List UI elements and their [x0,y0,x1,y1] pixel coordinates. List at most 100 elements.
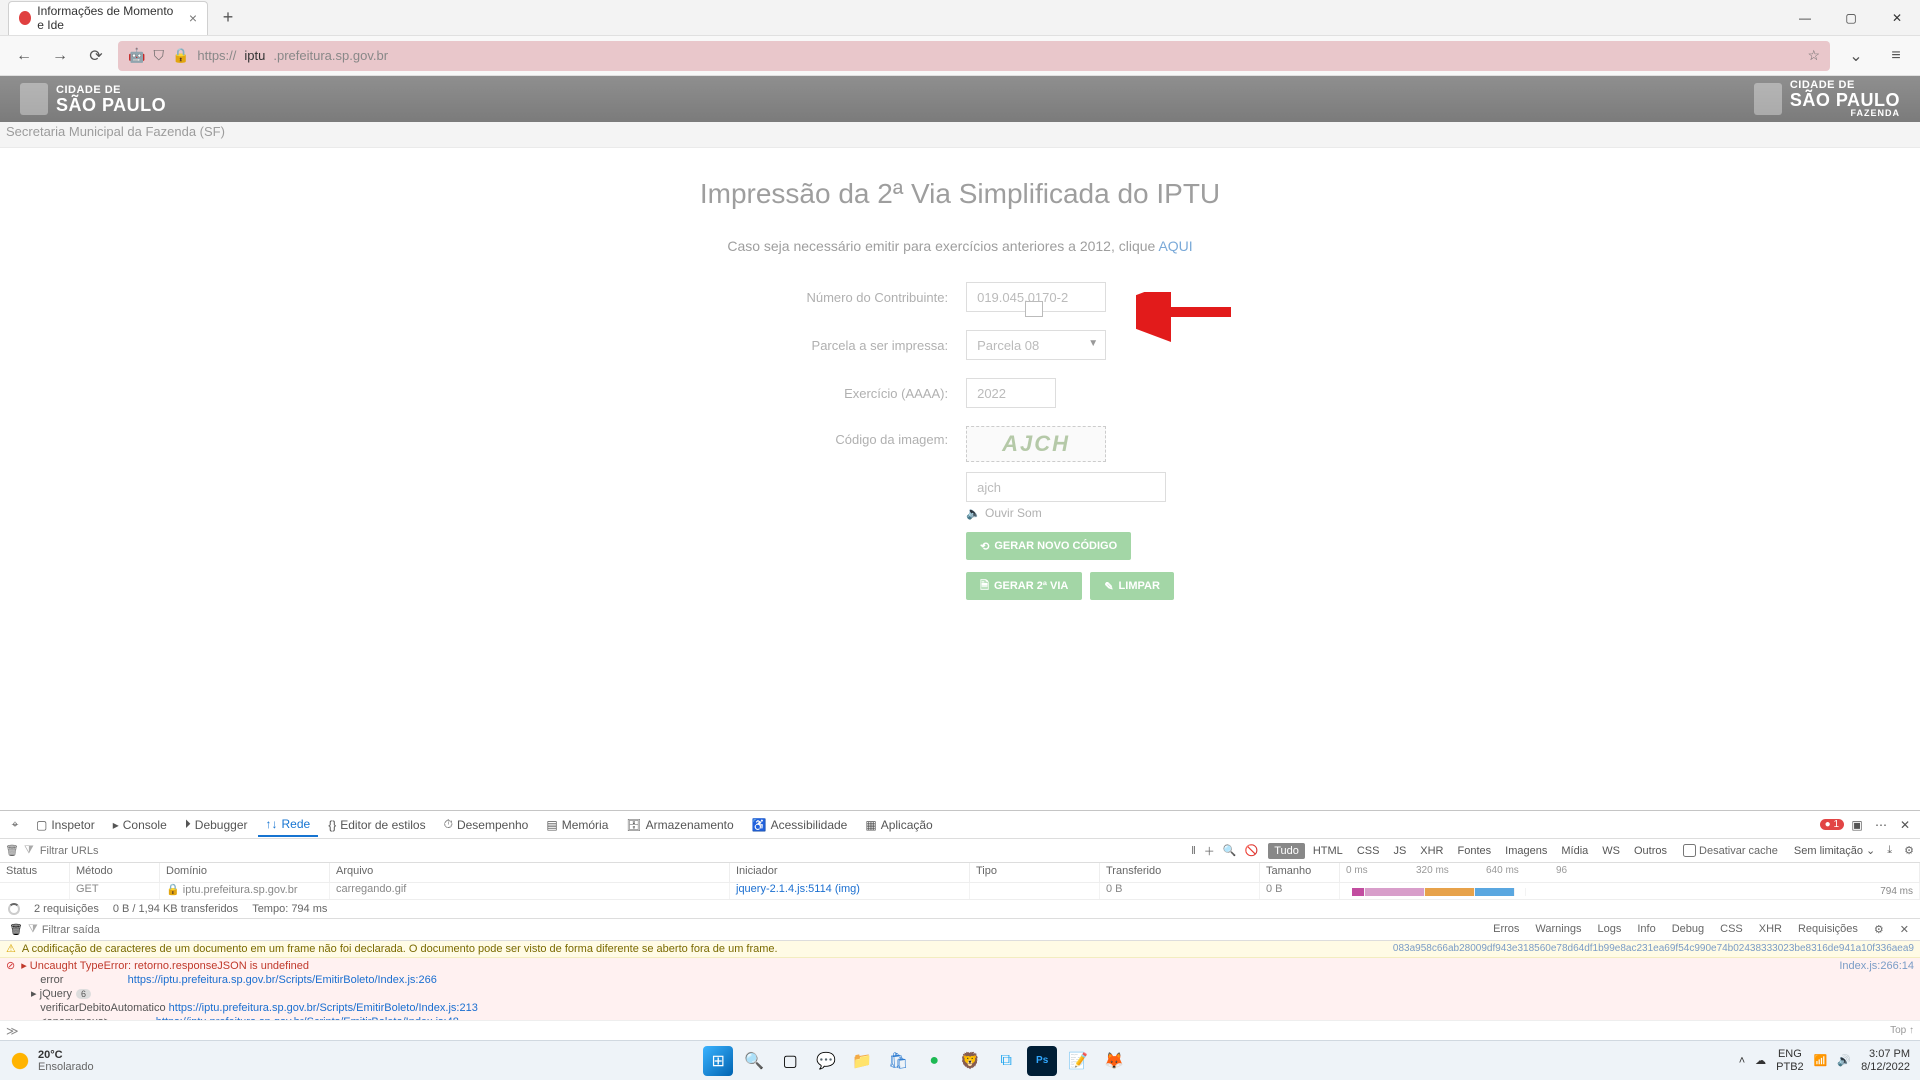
col-status[interactable]: Status [0,863,70,882]
new-tab-button[interactable]: + [214,4,242,32]
console-error[interactable]: ⊘ ▸ Uncaught TypeError: retorno.response… [0,958,1920,1020]
tab-console[interactable]: ▸Console [105,814,175,836]
console-input[interactable]: ≫ Top ↑ [0,1020,1920,1040]
pause-icon[interactable]: ‖ [1191,845,1196,857]
block-icon[interactable]: 🚫 [1244,844,1258,857]
search-icon[interactable]: 🔍 [1223,844,1237,857]
scroll-top-link[interactable]: Top ↑ [1890,1025,1914,1036]
taskview-icon[interactable]: ▢ [775,1046,805,1076]
tray-cloud-icon[interactable]: ☁ [1755,1054,1766,1067]
col-tamanho[interactable]: Tamanho [1260,863,1340,882]
disable-cache-checkbox[interactable]: Desativar cache [1683,844,1778,857]
dock-icon[interactable]: ▣ [1846,814,1868,836]
add-icon[interactable]: ＋ [1204,843,1215,859]
error-location[interactable]: Index.js:266:14 [1839,959,1914,973]
filter-urls-input[interactable] [36,845,156,857]
chip-fontes[interactable]: Fontes [1452,843,1498,859]
ct-logs[interactable]: Logs [1590,921,1628,938]
pocket-icon[interactable]: ⌄ [1842,42,1870,70]
tab-debugger[interactable]: ⏵Debugger [177,813,256,836]
language-indicator[interactable]: ENGPTB2 [1776,1048,1804,1072]
pick-element-icon[interactable]: ⌖ [4,814,26,836]
maximize-button[interactable]: ▢ [1828,0,1874,36]
tab-desempenho[interactable]: ⏱Desempenho [436,813,537,836]
har-icon[interactable]: ⤓ [1887,844,1892,857]
col-transferido[interactable]: Transferido [1100,863,1260,882]
chip-css[interactable]: CSS [1351,843,1386,859]
photoshop-icon[interactable]: Ps [1027,1046,1057,1076]
search-icon[interactable]: 🔍 [739,1046,769,1076]
wifi-icon[interactable]: 📶 [1814,1054,1828,1067]
minimize-button[interactable]: — [1782,0,1828,36]
ct-xhr[interactable]: XHR [1752,921,1789,938]
console-close-icon[interactable]: ✕ [1893,921,1916,938]
browser-tab[interactable]: Informações de Momento e Ide × [8,1,208,35]
tab-memoria[interactable]: ▤Memória [538,814,616,836]
notice-link[interactable]: AQUI [1158,238,1192,254]
warning-location[interactable]: 083a958c66ab28009df943e318560e78d64df1b9… [1393,942,1914,956]
col-metodo[interactable]: Método [70,863,160,882]
network-row[interactable]: GET 🔒 iptu.prefeitura.sp.gov.br carregan… [0,883,1920,899]
console-filter-input[interactable] [38,924,158,936]
forward-button[interactable]: → [46,42,74,70]
chip-html[interactable]: HTML [1307,843,1349,859]
throttle-select[interactable]: Sem limitação ⌄ [1788,842,1881,859]
error-count-badge[interactable]: ● 1 [1820,819,1844,830]
novo-codigo-button[interactable]: ⟲ GERAR NOVO CÓDIGO [966,532,1131,560]
notepad-icon[interactable]: 📝 [1063,1046,1093,1076]
tab-armazenamento[interactable]: 🗄Armazenamento [618,814,741,836]
console-warning[interactable]: ⚠ A codificação de caracteres de um docu… [0,941,1920,958]
input-exercicio[interactable] [966,378,1056,408]
select-parcela[interactable]: Parcela 08 [966,330,1106,360]
bookmark-icon[interactable]: ☆ [1807,47,1820,64]
reload-button[interactable]: ⟳ [82,42,110,70]
start-icon[interactable]: ⊞ [703,1046,733,1076]
tab-estilos[interactable]: {}Editor de estilos [320,814,433,836]
tab-inspetor[interactable]: ▢Inspetor [28,814,103,836]
app-menu-icon[interactable]: ≡ [1882,42,1910,70]
close-tab-icon[interactable]: × [189,10,197,26]
col-arquivo[interactable]: Arquivo [330,863,730,882]
tab-acessibilidade[interactable]: ♿Acessibilidade [744,814,856,836]
close-devtools-icon[interactable]: ✕ [1894,814,1916,836]
chip-midia[interactable]: Mídia [1555,843,1594,859]
tray-chevron-icon[interactable]: ˄ [1739,1055,1745,1067]
ct-erros[interactable]: Erros [1486,921,1526,938]
more-icon[interactable]: ⋯ [1870,814,1892,836]
chip-imagens[interactable]: Imagens [1499,843,1553,859]
back-button[interactable]: ← [10,42,38,70]
limpar-button[interactable]: ✎ LIMPAR [1090,572,1174,600]
clear-network-icon[interactable]: 🗑 [0,844,24,857]
ct-debug[interactable]: Debug [1665,921,1711,938]
tab-rede[interactable]: ↑↓Rede [258,813,319,837]
explorer-icon[interactable]: 📁 [847,1046,877,1076]
ct-warnings[interactable]: Warnings [1528,921,1588,938]
chat-icon[interactable]: 💬 [811,1046,841,1076]
weather-widget[interactable]: 20°C Ensolarado [10,1049,94,1073]
gerar-button[interactable]: 🗎 GERAR 2ª VIA [966,572,1082,600]
tab-aplicacao[interactable]: ▦Aplicação [857,814,940,836]
ct-css[interactable]: CSS [1713,921,1750,938]
captcha-audio-link[interactable]: 🔈 Ouvir Som [966,506,1174,520]
chip-ws[interactable]: WS [1596,843,1626,859]
volume-icon[interactable]: 🔊 [1837,1054,1851,1067]
col-iniciador[interactable]: Iniciador [730,863,970,882]
address-bar[interactable]: 🤖 ⛉ 🔒 https://iptu.prefeitura.sp.gov.br … [118,41,1830,71]
settings-icon[interactable]: ⚙ [1904,844,1914,857]
clear-console-icon[interactable]: 🗑 [4,923,28,936]
chip-outros[interactable]: Outros [1628,843,1673,859]
spotify-icon[interactable]: ● [919,1046,949,1076]
console-settings-icon[interactable]: ⚙ [1867,921,1891,938]
col-tipo[interactable]: Tipo [970,863,1100,882]
firefox-icon[interactable]: 🦊 [1099,1046,1129,1076]
store-icon[interactable]: 🛍 [883,1046,913,1076]
close-window-button[interactable]: ✕ [1874,0,1920,36]
input-captcha[interactable] [966,472,1166,502]
ct-info[interactable]: Info [1630,921,1662,938]
chip-js[interactable]: JS [1387,843,1412,859]
clock[interactable]: 3:07 PM8/12/2022 [1861,1048,1910,1072]
col-dominio[interactable]: Domínio [160,863,330,882]
ct-requisicoes[interactable]: Requisições [1791,921,1865,938]
brave-icon[interactable]: 🦁 [955,1046,985,1076]
vscode-icon[interactable]: ⧉ [991,1046,1021,1076]
